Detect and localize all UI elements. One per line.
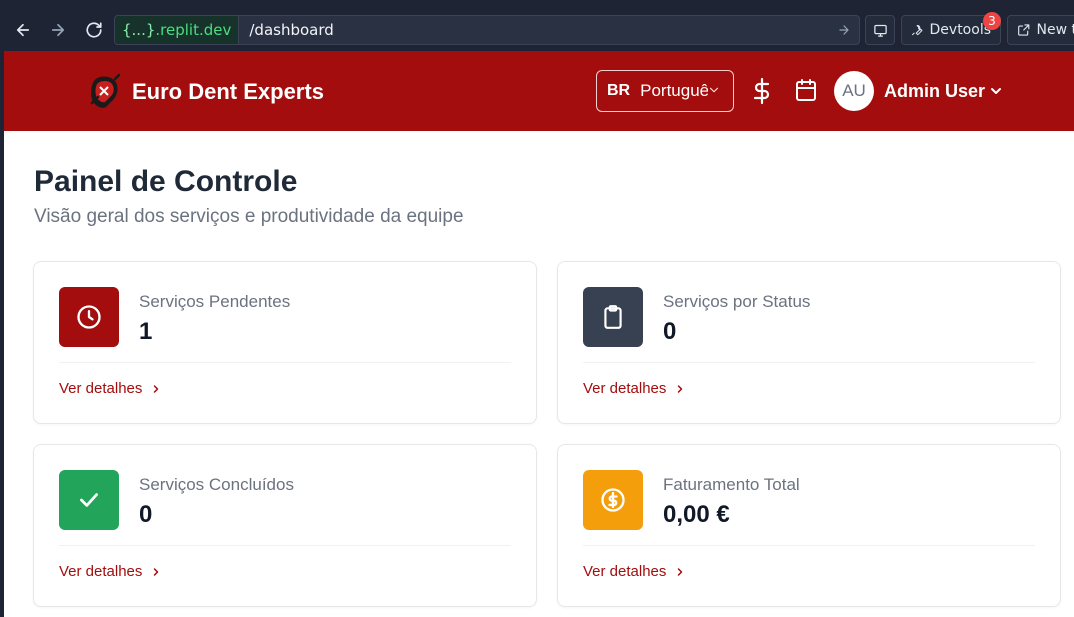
url-host-prefix: {...} — [122, 21, 156, 39]
wrench-icon — [912, 25, 923, 36]
window-edge — [0, 51, 4, 617]
clock-icon — [59, 287, 119, 347]
page-title: Painel de Controle — [34, 165, 298, 198]
chevron-right-icon — [678, 384, 683, 393]
brand[interactable]: Euro Dent Experts — [88, 73, 324, 111]
address-bar[interactable]: {...} .replit.dev /dashboard — [114, 15, 860, 45]
new-tab-label: New t — [1036, 22, 1074, 38]
devtools-badge: 3 — [983, 12, 1001, 30]
card-value: 1 — [139, 318, 153, 345]
language-code: BR — [607, 82, 631, 99]
card-label: Faturamento Total — [663, 475, 800, 494]
arrow-left-icon — [16, 23, 30, 37]
link-label: Ver detalhes — [583, 380, 667, 397]
link-label: Ver detalhes — [59, 380, 143, 397]
chevron-right-icon — [154, 567, 159, 576]
card-label: Serviços por Status — [663, 292, 811, 311]
reload-button[interactable] — [76, 12, 112, 48]
url-host-domain: .replit.dev — [155, 21, 232, 39]
devtools-label: Devtools — [929, 22, 991, 38]
stat-card-pending: Serviços Pendentes 1 Ver detalhes — [33, 261, 537, 424]
stat-card-revenue: Faturamento Total 0,00 € Ver detalhes — [557, 444, 1061, 607]
divider — [59, 545, 511, 546]
card-value: 0 — [663, 318, 677, 345]
url-path: /dashboard — [249, 21, 334, 39]
avatar[interactable]: AU — [834, 71, 874, 111]
divider — [583, 362, 1035, 363]
language-select[interactable]: BR Português — [596, 70, 734, 112]
brand-name: Euro Dent Experts — [132, 79, 324, 104]
chevron-down-icon[interactable] — [988, 83, 1004, 104]
monitor-icon — [873, 24, 887, 37]
browser-toolbar: {...} .replit.dev /dashboard Devtools 3 N… — [0, 0, 1074, 51]
card-value: 0 — [139, 501, 153, 528]
check-icon — [59, 470, 119, 530]
chevron-down-icon — [707, 83, 721, 102]
new-tab-button[interactable]: New t — [1007, 15, 1074, 45]
logo-icon — [90, 73, 121, 108]
forward-button[interactable] — [40, 12, 76, 48]
chevron-right-icon — [154, 384, 159, 393]
card-value: 0,00 € — [663, 501, 730, 528]
arrow-right-icon — [839, 25, 849, 35]
url-host: {...} .replit.dev — [115, 16, 240, 44]
divider — [583, 545, 1035, 546]
go-button[interactable] — [837, 23, 851, 42]
back-button[interactable] — [5, 12, 41, 48]
app-header: Euro Dent Experts BR Português AU Admin … — [4, 51, 1074, 131]
arrow-right-icon — [51, 23, 65, 37]
view-details-link[interactable]: Ver detalhes — [59, 380, 162, 397]
screen-button[interactable] — [865, 15, 895, 45]
divider — [59, 362, 511, 363]
chevron-right-icon — [678, 567, 683, 576]
stat-card-status: Serviços por Status 0 Ver detalhes — [557, 261, 1061, 424]
external-link-icon — [1018, 24, 1030, 36]
clipboard-icon — [583, 287, 643, 347]
calendar-icon — [796, 79, 816, 101]
link-label: Ver detalhes — [583, 563, 667, 580]
dollar-circle-icon — [583, 470, 643, 530]
view-details-link[interactable]: Ver detalhes — [583, 563, 686, 580]
link-label: Ver detalhes — [59, 563, 143, 580]
currency-button[interactable] — [750, 77, 774, 110]
reload-icon — [86, 22, 102, 38]
dollar-icon — [753, 77, 770, 105]
view-details-link[interactable]: Ver detalhes — [583, 380, 686, 397]
language-label: Português — [640, 81, 708, 100]
page-subtitle: Visão geral dos serviços e produtividade… — [34, 206, 464, 227]
user-menu-name[interactable]: Admin User — [884, 81, 985, 102]
calendar-button[interactable] — [794, 77, 818, 108]
card-label: Serviços Concluídos — [139, 475, 294, 494]
stat-card-completed: Serviços Concluídos 0 Ver detalhes — [33, 444, 537, 607]
card-label: Serviços Pendentes — [139, 292, 291, 311]
view-details-link[interactable]: Ver detalhes — [59, 563, 162, 580]
